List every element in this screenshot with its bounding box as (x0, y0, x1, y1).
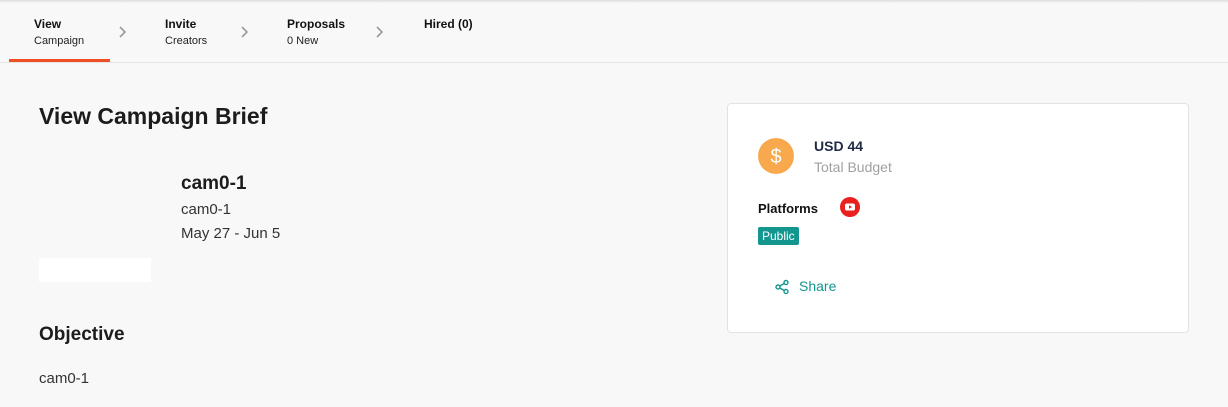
campaign-summary-card: $ USD 44 Total Budget Platforms Public S… (727, 103, 1189, 333)
step-subtitle: Creators (165, 35, 208, 47)
chevron-right-icon (118, 25, 128, 39)
step-hired[interactable]: Hired (0) (424, 17, 473, 31)
visibility-badge: Public (758, 227, 799, 245)
youtube-icon (840, 197, 860, 217)
share-icon (775, 279, 789, 295)
budget-amount: USD 44 (814, 138, 864, 154)
chevron-right-icon (240, 25, 250, 39)
chevron-right-icon (375, 25, 385, 39)
campaign-subtitle: cam0-1 (181, 201, 232, 218)
objective-heading: Objective (39, 324, 125, 345)
dollar-coin-icon: $ (758, 138, 794, 174)
placeholder-block (39, 258, 151, 282)
step-proposals[interactable]: Proposals 0 New (287, 17, 345, 48)
objective-text: cam0-1 (39, 370, 90, 387)
step-title: Proposals (287, 17, 346, 31)
campaign-dates: May 27 - Jun 5 (181, 225, 281, 242)
budget-label: Total Budget (814, 159, 892, 175)
svg-text:$: $ (770, 146, 781, 168)
step-title: Hired (0) (424, 17, 473, 31)
share-label: Share (799, 278, 837, 294)
platforms-label: Platforms (758, 201, 818, 216)
campaign-name: cam0-1 (181, 173, 247, 194)
campaign-steps-nav: View Campaign Invite Creators Proposals … (0, 0, 1228, 63)
step-view-campaign[interactable]: View Campaign (8, 17, 111, 62)
step-subtitle: Campaign (34, 35, 85, 47)
step-subtitle: 0 New (287, 35, 319, 47)
page-title: View Campaign Brief (39, 103, 268, 129)
step-title: View (34, 17, 62, 31)
step-invite-creators[interactable]: Invite Creators (165, 17, 207, 48)
step-title: Invite (165, 17, 197, 31)
